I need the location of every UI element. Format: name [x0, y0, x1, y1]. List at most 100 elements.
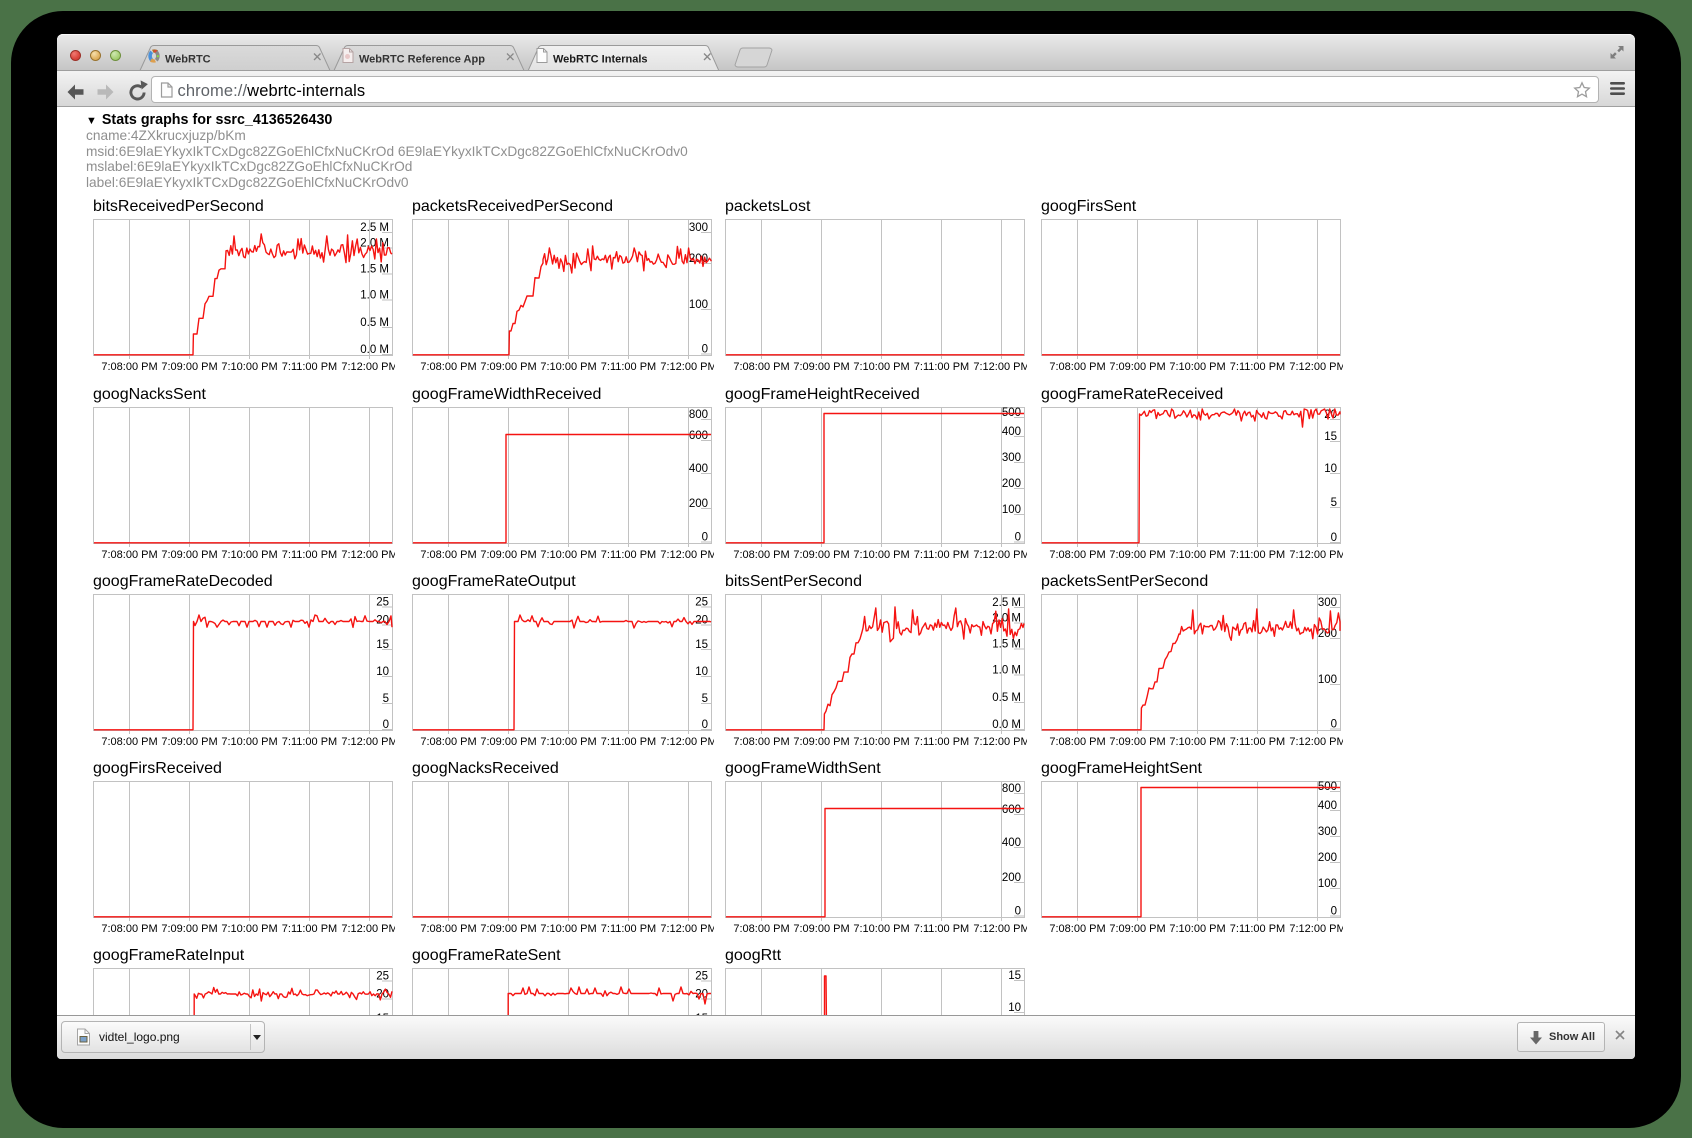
- svg-text:7:09:00 PM: 7:09:00 PM: [161, 361, 217, 373]
- svg-text:7:12:00 PM: 7:12:00 PM: [341, 923, 395, 935]
- svg-text:7:11:00 PM: 7:11:00 PM: [914, 923, 969, 935]
- svg-text:7:08:00 PM: 7:08:00 PM: [101, 549, 157, 561]
- svg-text:15: 15: [695, 639, 708, 651]
- svg-text:7:11:00 PM: 7:11:00 PM: [282, 549, 337, 561]
- svg-text:7:12:00 PM: 7:12:00 PM: [660, 361, 714, 373]
- svg-text:600: 600: [689, 430, 708, 442]
- svg-text:7:11:00 PM: 7:11:00 PM: [1230, 736, 1285, 748]
- svg-text:15: 15: [1008, 970, 1021, 982]
- svg-text:200: 200: [1318, 852, 1337, 864]
- svg-text:10: 10: [695, 666, 708, 678]
- svg-text:7:09:00 PM: 7:09:00 PM: [161, 549, 217, 561]
- svg-text:7:09:00 PM: 7:09:00 PM: [793, 549, 849, 561]
- svg-text:200: 200: [1002, 872, 1021, 884]
- svg-text:400: 400: [1002, 837, 1021, 849]
- svg-text:300: 300: [1318, 826, 1337, 838]
- svg-text:100: 100: [689, 299, 708, 311]
- svg-text:800: 800: [1002, 783, 1021, 795]
- svg-text:100: 100: [1318, 878, 1337, 890]
- svg-text:0: 0: [1015, 531, 1021, 543]
- svg-text:1.5 M: 1.5 M: [992, 638, 1021, 650]
- svg-text:7:10:00 PM: 7:10:00 PM: [1169, 923, 1225, 935]
- svg-text:100: 100: [1318, 674, 1337, 686]
- svg-text:WebRTC Internals: WebRTC Internals: [553, 54, 648, 66]
- svg-text:200: 200: [689, 498, 708, 510]
- svg-text:7:10:00 PM: 7:10:00 PM: [853, 549, 909, 561]
- svg-text:25: 25: [376, 596, 389, 608]
- svg-text:0.5 M: 0.5 M: [360, 317, 389, 329]
- svg-text:7:11:00 PM: 7:11:00 PM: [601, 549, 656, 561]
- svg-text:7:10:00 PM: 7:10:00 PM: [540, 923, 596, 935]
- svg-text:7:12:00 PM: 7:12:00 PM: [973, 361, 1027, 373]
- svg-text:WebRTC Reference App: WebRTC Reference App: [359, 54, 485, 66]
- svg-text:7:08:00 PM: 7:08:00 PM: [733, 923, 789, 935]
- svg-text:WebRTC: WebRTC: [165, 54, 211, 66]
- svg-text:400: 400: [1318, 800, 1337, 812]
- svg-text:7:09:00 PM: 7:09:00 PM: [480, 361, 536, 373]
- svg-text:5: 5: [1331, 497, 1337, 509]
- svg-text:2.0 M: 2.0 M: [360, 238, 389, 250]
- svg-text:300: 300: [1002, 452, 1021, 464]
- svg-text:7:12:00 PM: 7:12:00 PM: [1289, 736, 1343, 748]
- svg-text:25: 25: [695, 970, 708, 982]
- svg-text:7:10:00 PM: 7:10:00 PM: [221, 923, 277, 935]
- svg-text:0.5 M: 0.5 M: [992, 692, 1021, 704]
- svg-text:7:09:00 PM: 7:09:00 PM: [480, 736, 536, 748]
- svg-text:10: 10: [1008, 1002, 1021, 1014]
- svg-text:7:11:00 PM: 7:11:00 PM: [601, 923, 656, 935]
- svg-text:7:08:00 PM: 7:08:00 PM: [1049, 736, 1105, 748]
- svg-text:7:12:00 PM: 7:12:00 PM: [1289, 361, 1343, 373]
- svg-text:0: 0: [1331, 905, 1337, 917]
- svg-text:600: 600: [1002, 804, 1021, 816]
- svg-text:7:08:00 PM: 7:08:00 PM: [1049, 923, 1105, 935]
- svg-text:7:11:00 PM: 7:11:00 PM: [1230, 361, 1285, 373]
- svg-text:7:11:00 PM: 7:11:00 PM: [282, 923, 337, 935]
- svg-text:7:10:00 PM: 7:10:00 PM: [853, 736, 909, 748]
- svg-text:1.0 M: 1.0 M: [992, 664, 1021, 676]
- svg-text:7:12:00 PM: 7:12:00 PM: [660, 549, 714, 561]
- svg-text:5: 5: [702, 693, 708, 705]
- svg-text:7:10:00 PM: 7:10:00 PM: [1169, 361, 1225, 373]
- svg-text:7:10:00 PM: 7:10:00 PM: [1169, 736, 1225, 748]
- svg-text:7:12:00 PM: 7:12:00 PM: [973, 549, 1027, 561]
- svg-text:1.0 M: 1.0 M: [360, 290, 389, 302]
- svg-text:25: 25: [695, 596, 708, 608]
- svg-text:7:11:00 PM: 7:11:00 PM: [282, 361, 337, 373]
- svg-text:7:08:00 PM: 7:08:00 PM: [733, 736, 789, 748]
- svg-text:7:08:00 PM: 7:08:00 PM: [1049, 549, 1105, 561]
- svg-text:7:12:00 PM: 7:12:00 PM: [341, 549, 395, 561]
- svg-text:7:11:00 PM: 7:11:00 PM: [601, 361, 656, 373]
- svg-text:7:12:00 PM: 7:12:00 PM: [660, 736, 714, 748]
- svg-text:7:09:00 PM: 7:09:00 PM: [1109, 923, 1165, 935]
- svg-text:7:10:00 PM: 7:10:00 PM: [221, 736, 277, 748]
- svg-text:0.0 M: 0.0 M: [992, 719, 1021, 731]
- svg-text:1.5 M: 1.5 M: [360, 264, 389, 276]
- svg-text:7:10:00 PM: 7:10:00 PM: [853, 923, 909, 935]
- svg-text:0: 0: [702, 719, 708, 731]
- svg-text:0: 0: [702, 531, 708, 543]
- svg-text:7:08:00 PM: 7:08:00 PM: [1049, 361, 1105, 373]
- svg-text:7:12:00 PM: 7:12:00 PM: [341, 361, 395, 373]
- svg-text:7:08:00 PM: 7:08:00 PM: [733, 549, 789, 561]
- svg-text:7:10:00 PM: 7:10:00 PM: [1169, 549, 1225, 561]
- svg-text:7:08:00 PM: 7:08:00 PM: [420, 549, 476, 561]
- svg-text:7:09:00 PM: 7:09:00 PM: [161, 736, 217, 748]
- svg-text:0.0 M: 0.0 M: [360, 344, 389, 356]
- svg-text:7:12:00 PM: 7:12:00 PM: [341, 736, 395, 748]
- svg-text:400: 400: [689, 463, 708, 475]
- svg-text:10: 10: [376, 666, 389, 678]
- svg-text:7:10:00 PM: 7:10:00 PM: [540, 736, 596, 748]
- svg-text:800: 800: [689, 409, 708, 421]
- svg-text:7:08:00 PM: 7:08:00 PM: [101, 736, 157, 748]
- svg-text:2.5 M: 2.5 M: [360, 222, 389, 234]
- svg-text:7:12:00 PM: 7:12:00 PM: [1289, 923, 1343, 935]
- svg-text:200: 200: [1002, 478, 1021, 490]
- svg-text:7:11:00 PM: 7:11:00 PM: [1230, 549, 1285, 561]
- svg-text:7:10:00 PM: 7:10:00 PM: [540, 549, 596, 561]
- svg-text:7:08:00 PM: 7:08:00 PM: [420, 736, 476, 748]
- svg-text:7:11:00 PM: 7:11:00 PM: [914, 736, 969, 748]
- svg-text:7:09:00 PM: 7:09:00 PM: [793, 736, 849, 748]
- svg-text:7:08:00 PM: 7:08:00 PM: [733, 361, 789, 373]
- svg-text:7:12:00 PM: 7:12:00 PM: [973, 736, 1027, 748]
- svg-text:7:11:00 PM: 7:11:00 PM: [282, 736, 337, 748]
